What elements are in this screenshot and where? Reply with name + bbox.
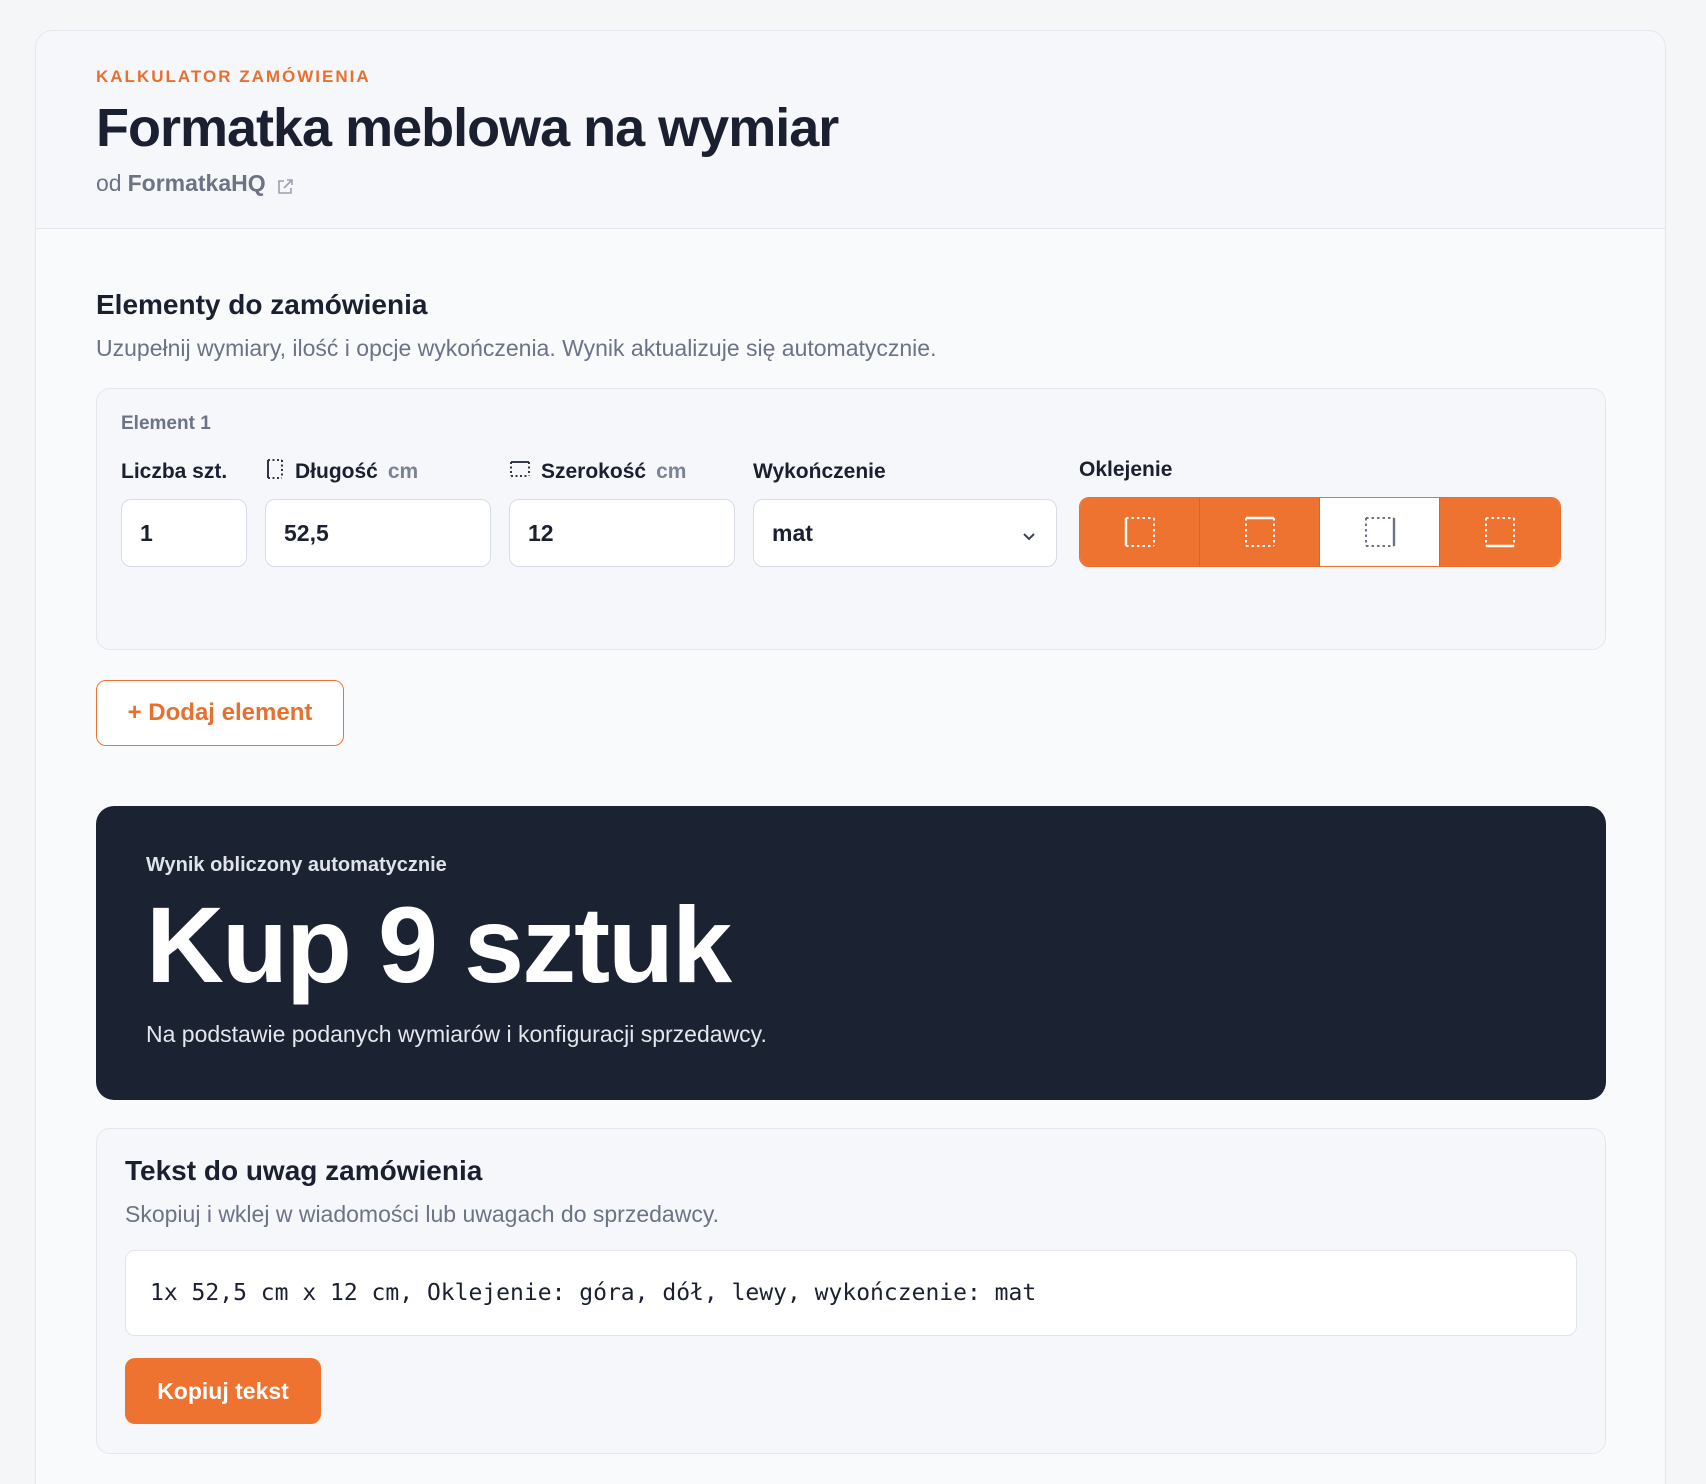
brand-link[interactable]: FormatkaHQ (128, 170, 266, 197)
length-dimension-icon (265, 458, 285, 486)
copy-text-button[interactable]: Kopiuj tekst (125, 1358, 321, 1424)
edging-toggle-group (1079, 497, 1561, 567)
edging-field: Oklejenie (1079, 455, 1561, 567)
section-subtitle: Uzupełnij wymiary, ilość i opcje wykończ… (96, 335, 937, 361)
width-field: Szerokość cm 12 (509, 457, 735, 567)
width-input[interactable]: 12 (509, 499, 735, 567)
edge-bottom-toggle[interactable] (1440, 498, 1560, 566)
add-element-button[interactable]: + Dodaj element (96, 680, 344, 746)
edge-right-toggle[interactable] (1320, 498, 1440, 566)
width-label: Szerokość (541, 460, 647, 483)
edge-bottom-icon (1485, 517, 1515, 548)
edging-label: Oklejenie (1079, 458, 1173, 481)
chevron-down-icon (1020, 524, 1038, 542)
calculator-header: KALKULATOR ZAMÓWIENIA Formatka meblowa n… (36, 31, 1665, 229)
edge-left-icon (1124, 517, 1155, 547)
eyebrow-label: KALKULATOR ZAMÓWIENIA (96, 67, 371, 86)
edge-left-toggle[interactable] (1080, 498, 1200, 566)
external-link-icon[interactable] (276, 175, 294, 194)
calculator-body: Elementy do zamówienia Uzupełnij wymiary… (36, 289, 1665, 1454)
calculator-card: KALKULATOR ZAMÓWIENIA Formatka meblowa n… (35, 30, 1666, 1484)
width-dimension-icon (509, 459, 531, 485)
notes-text-field[interactable]: 1x 52,5 cm x 12 cm, Oklejenie: góra, dół… (125, 1250, 1577, 1336)
length-field: Długość cm 52,5 (265, 457, 491, 567)
result-panel: Wynik obliczony automatycznie Kup 9 sztu… (96, 806, 1606, 1100)
result-headline: Kup 9 sztuk (146, 884, 732, 1005)
byline-prefix: od (96, 170, 122, 197)
page-title: Formatka meblowa na wymiar (96, 98, 839, 158)
edge-top-icon (1244, 516, 1275, 547)
finish-value: mat (772, 519, 813, 546)
notes-title: Tekst do uwag zamówienia (125, 1155, 483, 1186)
width-label-row: Szerokość cm (509, 457, 735, 487)
finish-select[interactable]: mat (753, 499, 1057, 567)
byline: od FormatkaHQ (96, 170, 1665, 197)
width-unit: cm (656, 460, 687, 483)
finish-field: Wykończenie mat (753, 457, 1057, 567)
finish-label: Wykończenie (753, 460, 886, 483)
length-unit: cm (387, 460, 419, 483)
length-label-row: Długość cm (265, 457, 491, 487)
element-card: Element 1 Liczba szt. 1 Długość cm 52,5 … (96, 388, 1606, 650)
edge-top-toggle[interactable] (1200, 498, 1320, 566)
quantity-input[interactable]: 1 (121, 499, 247, 567)
result-subtitle: Na podstawie podanych wymiarów i konfigu… (146, 1021, 767, 1047)
quantity-field: Liczba szt. 1 (121, 457, 247, 567)
length-label: Długość (295, 460, 378, 483)
element-label: Element 1 (121, 413, 211, 434)
section-title: Elementy do zamówienia (96, 289, 428, 320)
result-eyebrow: Wynik obliczony automatycznie (146, 854, 447, 876)
quantity-label: Liczba szt. (121, 460, 228, 483)
order-notes-card: Tekst do uwag zamówienia Skopiuj i wklej… (96, 1128, 1606, 1454)
notes-subtitle: Skopiuj i wklej w wiadomości lub uwagach… (125, 1201, 720, 1227)
length-input[interactable]: 52,5 (265, 499, 491, 567)
edge-right-icon (1364, 517, 1395, 547)
